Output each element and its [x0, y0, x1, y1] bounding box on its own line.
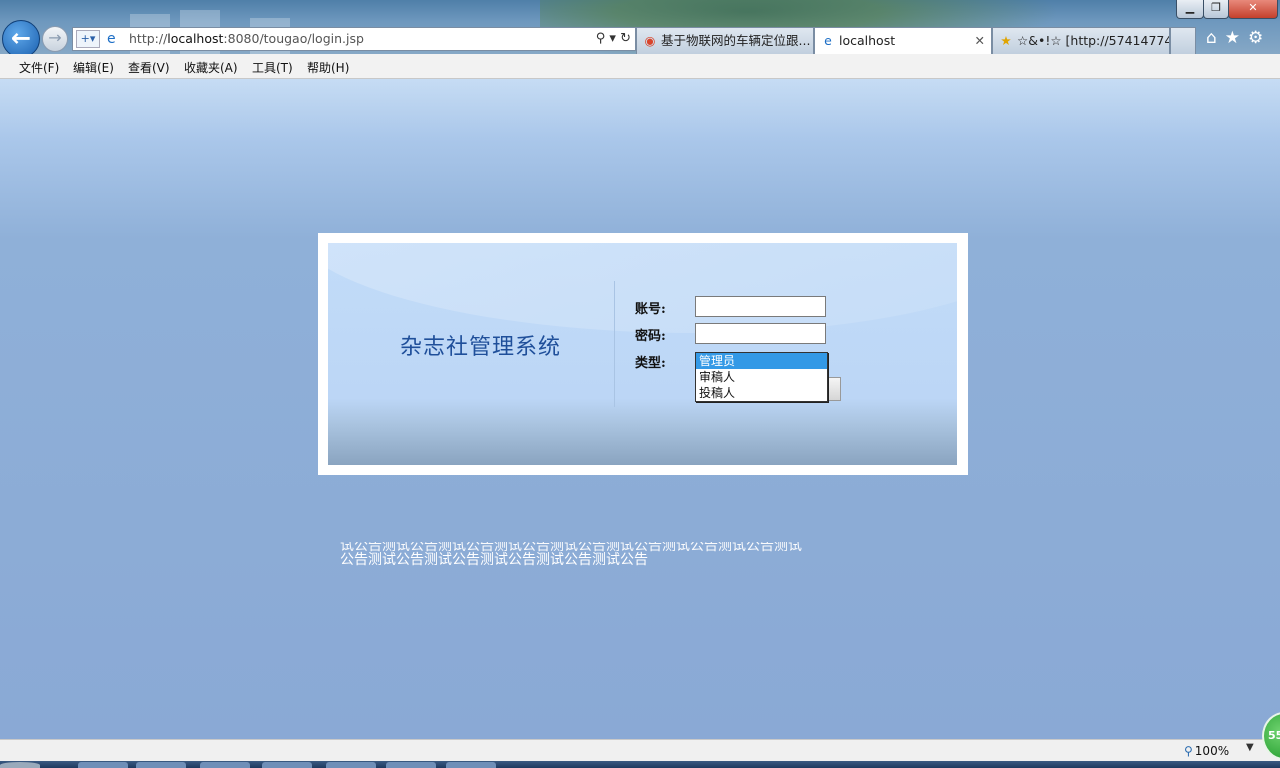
taskbar-item[interactable] [200, 762, 250, 768]
tab-label: localhost [839, 33, 896, 48]
menu-tools[interactable]: 工具(T) [252, 59, 293, 76]
url-host: localhost [167, 31, 224, 46]
zoom-icon: ⚲ [1184, 744, 1193, 758]
menu-help[interactable]: 帮助(H) [307, 59, 349, 76]
tab-label: ☆&•!☆ [http://57414774... [1017, 33, 1170, 48]
type-option-admin[interactable]: 管理员 [696, 353, 827, 369]
url-text[interactable]: http://localhost:8080/tougao/login.jsp [129, 28, 364, 50]
panel-decoration [328, 243, 957, 333]
close-tab-icon[interactable]: ✕ [975, 28, 985, 54]
page-content: 杂志社管理系统 账号: 密码: 类型: 管理员 审稿人 投稿人 [0, 79, 1280, 739]
account-label: 账号: [635, 302, 666, 317]
tab-label: 基于物联网的车辆定位跟... [661, 33, 811, 48]
back-button[interactable]: ← [2, 20, 40, 58]
zoom-level[interactable]: ⚲ 100% [1184, 744, 1229, 758]
restore-button[interactable]: ❐ [1203, 0, 1229, 19]
taskbar-item[interactable] [78, 762, 128, 768]
notice-line: 公告测试公告测试公告测试公告测试公告测试公告 [340, 552, 648, 568]
gear-icon[interactable]: ⚙ [1248, 28, 1271, 48]
menu-favorites[interactable]: 收藏夹(A) [184, 59, 238, 76]
refresh-icon[interactable]: ↻ [620, 31, 631, 46]
ie-logo-icon: e [107, 31, 116, 47]
address-tools: ⚲ ▾ ↻ [596, 28, 631, 50]
new-tab-button[interactable] [1170, 27, 1196, 54]
tab-vehicle-tracking[interactable]: ◉ 基于物联网的车辆定位跟... [636, 27, 814, 54]
dropdown-icon[interactable]: ▾ [609, 31, 616, 46]
taskbar-item[interactable] [326, 762, 376, 768]
arrow-right-icon: → [48, 28, 62, 47]
add-favorite-icon[interactable]: +▾ [76, 30, 100, 48]
url-scheme: http:// [129, 31, 168, 46]
menu-file[interactable]: 文件(F) [19, 59, 59, 76]
url-path: :8080/tougao/login.jsp [223, 31, 364, 46]
ie-logo-icon: e [824, 33, 832, 48]
taskbar [0, 761, 1280, 768]
address-bar[interactable]: +▾ e http://localhost:8080/tougao/login.… [72, 27, 636, 51]
forward-button[interactable]: → [42, 26, 68, 52]
account-input[interactable] [695, 296, 826, 317]
arrow-left-icon: ← [10, 24, 32, 52]
toolbar-right-icons: ⌂★⚙ [1206, 28, 1271, 48]
notice-marquee: 试公告测试公告测试公告测试公告测试公告测试公告测试公告测试公告测试 公告测试公告… [340, 542, 940, 569]
home-icon[interactable]: ⌂ [1206, 28, 1225, 48]
start-button[interactable] [0, 762, 40, 768]
minimize-button[interactable]: ▁ [1176, 0, 1204, 19]
menu-view[interactable]: 查看(V) [128, 59, 170, 76]
panel-divider [614, 281, 615, 407]
password-label: 密码: [635, 329, 666, 344]
login-panel: 杂志社管理系统 账号: 密码: 类型: 管理员 审稿人 投稿人 [328, 243, 957, 465]
menu-bar: 文件(F) 编辑(E) 查看(V) 收藏夹(A) 工具(T) 帮助(H) [0, 54, 1280, 79]
login-frame: 杂志社管理系统 账号: 密码: 类型: 管理员 审稿人 投稿人 [318, 233, 968, 475]
system-title: 杂志社管理系统 [400, 335, 562, 360]
taskbar-item[interactable] [446, 762, 496, 768]
type-option-reviewer[interactable]: 审稿人 [696, 369, 827, 385]
type-label: 类型: [635, 356, 666, 371]
login-button[interactable] [827, 377, 841, 401]
star-favicon-icon: ★ [1000, 33, 1012, 48]
tab-qzone[interactable]: ★ ☆&•!☆ [http://57414774... [992, 27, 1170, 54]
status-bar: ⚲ 100% ▼ [0, 739, 1280, 762]
chrome-logo-icon: ◉ [644, 33, 656, 48]
favorites-star-icon[interactable]: ★ [1225, 28, 1248, 48]
type-option-contributor[interactable]: 投稿人 [696, 385, 827, 401]
taskbar-item[interactable] [262, 762, 312, 768]
menu-edit[interactable]: 编辑(E) [73, 59, 114, 76]
notice-line-partial: 试公告测试公告测试公告测试公告测试公告测试公告测试公告测试公告测试 [340, 542, 802, 552]
password-input[interactable] [695, 323, 826, 344]
zoom-value: 100% [1194, 744, 1230, 758]
search-icon[interactable]: ⚲ [596, 31, 606, 46]
user-type-dropdown-list[interactable]: 管理员 审稿人 投稿人 [695, 352, 828, 402]
taskbar-item[interactable] [136, 762, 186, 768]
taskbar-item[interactable] [386, 762, 436, 768]
tab-localhost[interactable]: e localhost ✕ [814, 27, 992, 54]
close-window-button[interactable]: ✕ [1228, 0, 1278, 19]
zoom-dropdown-icon[interactable]: ▼ [1246, 742, 1254, 753]
